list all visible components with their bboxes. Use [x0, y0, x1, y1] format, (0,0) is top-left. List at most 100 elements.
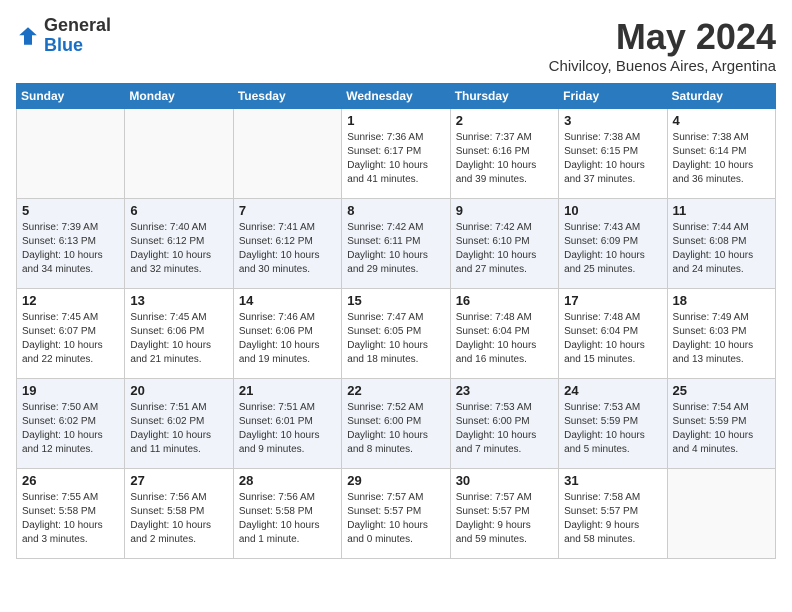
- day-number: 4: [673, 113, 770, 128]
- day-info: Sunrise: 7:45 AM Sunset: 6:06 PM Dayligh…: [130, 311, 227, 367]
- day-info: Sunrise: 7:53 AM Sunset: 5:59 PM Dayligh…: [564, 401, 661, 457]
- logo-icon: [16, 24, 40, 48]
- day-number: 23: [456, 383, 553, 398]
- day-info: Sunrise: 7:38 AM Sunset: 6:15 PM Dayligh…: [564, 131, 661, 187]
- day-number: 28: [239, 473, 336, 488]
- table-row: 17 Sunrise: 7:48 AM Sunset: 6:04 PM Dayli…: [559, 289, 667, 379]
- day-info: Sunrise: 7:52 AM Sunset: 6:00 PM Dayligh…: [347, 401, 444, 457]
- table-row: [667, 469, 775, 559]
- table-row: 20 Sunrise: 7:51 AM Sunset: 6:02 PM Dayli…: [125, 379, 233, 469]
- day-number: 9: [456, 203, 553, 218]
- day-info: Sunrise: 7:46 AM Sunset: 6:06 PM Dayligh…: [239, 311, 336, 367]
- table-row: 1 Sunrise: 7:36 AM Sunset: 6:17 PM Daylig…: [342, 109, 450, 199]
- day-number: 10: [564, 203, 661, 218]
- table-row: 19 Sunrise: 7:50 AM Sunset: 6:02 PM Dayli…: [17, 379, 125, 469]
- day-number: 2: [456, 113, 553, 128]
- table-row: 13Sunrise: 7:45 AM Sunset: 6:06 PM Dayli…: [125, 289, 233, 379]
- day-info: Sunrise: 7:48 AM Sunset: 6:04 PM Dayligh…: [456, 311, 553, 367]
- table-row: 31Sunrise: 7:58 AM Sunset: 5:57 PM Dayli…: [559, 469, 667, 559]
- day-number: 17: [564, 293, 661, 308]
- day-info: Sunrise: 7:40 AM Sunset: 6:12 PM Dayligh…: [130, 221, 227, 277]
- day-info: Sunrise: 7:42 AM Sunset: 6:11 PM Dayligh…: [347, 221, 444, 277]
- day-info: Sunrise: 7:57 AM Sunset: 5:57 PM Dayligh…: [347, 491, 444, 547]
- day-number: 3: [564, 113, 661, 128]
- day-info: Sunrise: 7:57 AM Sunset: 5:57 PM Dayligh…: [456, 491, 553, 547]
- day-number: 16: [456, 293, 553, 308]
- day-info: Sunrise: 7:49 AM Sunset: 6:03 PM Dayligh…: [673, 311, 770, 367]
- day-number: 15: [347, 293, 444, 308]
- day-info: Sunrise: 7:36 AM Sunset: 6:17 PM Dayligh…: [347, 131, 444, 187]
- day-info: Sunrise: 7:47 AM Sunset: 6:05 PM Dayligh…: [347, 311, 444, 367]
- location-title: Chivilcoy, Buenos Aires, Argentina: [549, 58, 776, 75]
- table-row: 26Sunrise: 7:55 AM Sunset: 5:58 PM Dayli…: [17, 469, 125, 559]
- day-info: Sunrise: 7:53 AM Sunset: 6:00 PM Dayligh…: [456, 401, 553, 457]
- table-row: 7Sunrise: 7:41 AM Sunset: 6:12 PM Daylig…: [233, 199, 341, 289]
- table-row: 6 Sunrise: 7:40 AM Sunset: 6:12 PM Daylig…: [125, 199, 233, 289]
- table-row: 10Sunrise: 7:43 AM Sunset: 6:09 PM Dayli…: [559, 199, 667, 289]
- table-row: 28Sunrise: 7:56 AM Sunset: 5:58 PM Dayli…: [233, 469, 341, 559]
- logo: General Blue: [16, 16, 111, 56]
- day-info: Sunrise: 7:51 AM Sunset: 6:02 PM Dayligh…: [130, 401, 227, 457]
- table-row: 5 Sunrise: 7:39 AM Sunset: 6:13 PM Daylig…: [17, 199, 125, 289]
- table-row: 30 Sunrise: 7:57 AM Sunset: 5:57 PM Dayli…: [450, 469, 558, 559]
- table-row: 18 Sunrise: 7:49 AM Sunset: 6:03 PM Dayli…: [667, 289, 775, 379]
- day-number: 11: [673, 203, 770, 218]
- logo-general: General: [44, 16, 111, 36]
- table-row: 23 Sunrise: 7:53 AM Sunset: 6:00 PM Dayli…: [450, 379, 558, 469]
- page-header: General Blue May 2024 Chivilcoy, Buenos …: [16, 16, 776, 75]
- calendar-row: 1 Sunrise: 7:36 AM Sunset: 6:17 PM Daylig…: [17, 109, 776, 199]
- table-row: 3 Sunrise: 7:38 AM Sunset: 6:15 PM Daylig…: [559, 109, 667, 199]
- day-number: 1: [347, 113, 444, 128]
- col-friday: Friday: [559, 84, 667, 109]
- calendar-row: 19 Sunrise: 7:50 AM Sunset: 6:02 PM Dayli…: [17, 379, 776, 469]
- day-number: 18: [673, 293, 770, 308]
- day-info: Sunrise: 7:37 AM Sunset: 6:16 PM Dayligh…: [456, 131, 553, 187]
- table-row: 8 Sunrise: 7:42 AM Sunset: 6:11 PM Daylig…: [342, 199, 450, 289]
- calendar-row: 12Sunrise: 7:45 AM Sunset: 6:07 PM Dayli…: [17, 289, 776, 379]
- table-row: 14 Sunrise: 7:46 AM Sunset: 6:06 PM Dayli…: [233, 289, 341, 379]
- day-info: Sunrise: 7:50 AM Sunset: 6:02 PM Dayligh…: [22, 401, 119, 457]
- header-row: Sunday Monday Tuesday Wednesday Thursday…: [17, 84, 776, 109]
- day-number: 6: [130, 203, 227, 218]
- day-number: 20: [130, 383, 227, 398]
- table-row: [125, 109, 233, 199]
- day-number: 24: [564, 383, 661, 398]
- day-number: 12: [22, 293, 119, 308]
- day-number: 22: [347, 383, 444, 398]
- day-number: 7: [239, 203, 336, 218]
- day-number: 30: [456, 473, 553, 488]
- calendar-table: Sunday Monday Tuesday Wednesday Thursday…: [16, 83, 776, 559]
- col-saturday: Saturday: [667, 84, 775, 109]
- col-monday: Monday: [125, 84, 233, 109]
- table-row: 24 Sunrise: 7:53 AM Sunset: 5:59 PM Dayli…: [559, 379, 667, 469]
- table-row: 2 Sunrise: 7:37 AM Sunset: 6:16 PM Daylig…: [450, 109, 558, 199]
- day-info: Sunrise: 7:44 AM Sunset: 6:08 PM Dayligh…: [673, 221, 770, 277]
- day-info: Sunrise: 7:51 AM Sunset: 6:01 PM Dayligh…: [239, 401, 336, 457]
- day-number: 5: [22, 203, 119, 218]
- col-tuesday: Tuesday: [233, 84, 341, 109]
- day-number: 21: [239, 383, 336, 398]
- day-info: Sunrise: 7:48 AM Sunset: 6:04 PM Dayligh…: [564, 311, 661, 367]
- day-number: 19: [22, 383, 119, 398]
- logo-text: General Blue: [44, 16, 111, 56]
- day-number: 25: [673, 383, 770, 398]
- day-info: Sunrise: 7:55 AM Sunset: 5:58 PM Dayligh…: [22, 491, 119, 547]
- calendar-row: 5 Sunrise: 7:39 AM Sunset: 6:13 PM Daylig…: [17, 199, 776, 289]
- table-row: 11 Sunrise: 7:44 AM Sunset: 6:08 PM Dayli…: [667, 199, 775, 289]
- day-number: 29: [347, 473, 444, 488]
- day-info: Sunrise: 7:58 AM Sunset: 5:57 PM Dayligh…: [564, 491, 661, 547]
- table-row: 22 Sunrise: 7:52 AM Sunset: 6:00 PM Dayli…: [342, 379, 450, 469]
- day-info: Sunrise: 7:39 AM Sunset: 6:13 PM Dayligh…: [22, 221, 119, 277]
- logo-blue: Blue: [44, 36, 111, 56]
- table-row: 27Sunrise: 7:56 AM Sunset: 5:58 PM Dayli…: [125, 469, 233, 559]
- table-row: 9 Sunrise: 7:42 AM Sunset: 6:10 PM Daylig…: [450, 199, 558, 289]
- title-area: May 2024 Chivilcoy, Buenos Aires, Argent…: [549, 16, 776, 75]
- day-number: 14: [239, 293, 336, 308]
- table-row: 16 Sunrise: 7:48 AM Sunset: 6:04 PM Dayli…: [450, 289, 558, 379]
- table-row: 29 Sunrise: 7:57 AM Sunset: 5:57 PM Dayli…: [342, 469, 450, 559]
- day-number: 27: [130, 473, 227, 488]
- day-number: 8: [347, 203, 444, 218]
- day-info: Sunrise: 7:42 AM Sunset: 6:10 PM Dayligh…: [456, 221, 553, 277]
- table-row: [17, 109, 125, 199]
- day-info: Sunrise: 7:38 AM Sunset: 6:14 PM Dayligh…: [673, 131, 770, 187]
